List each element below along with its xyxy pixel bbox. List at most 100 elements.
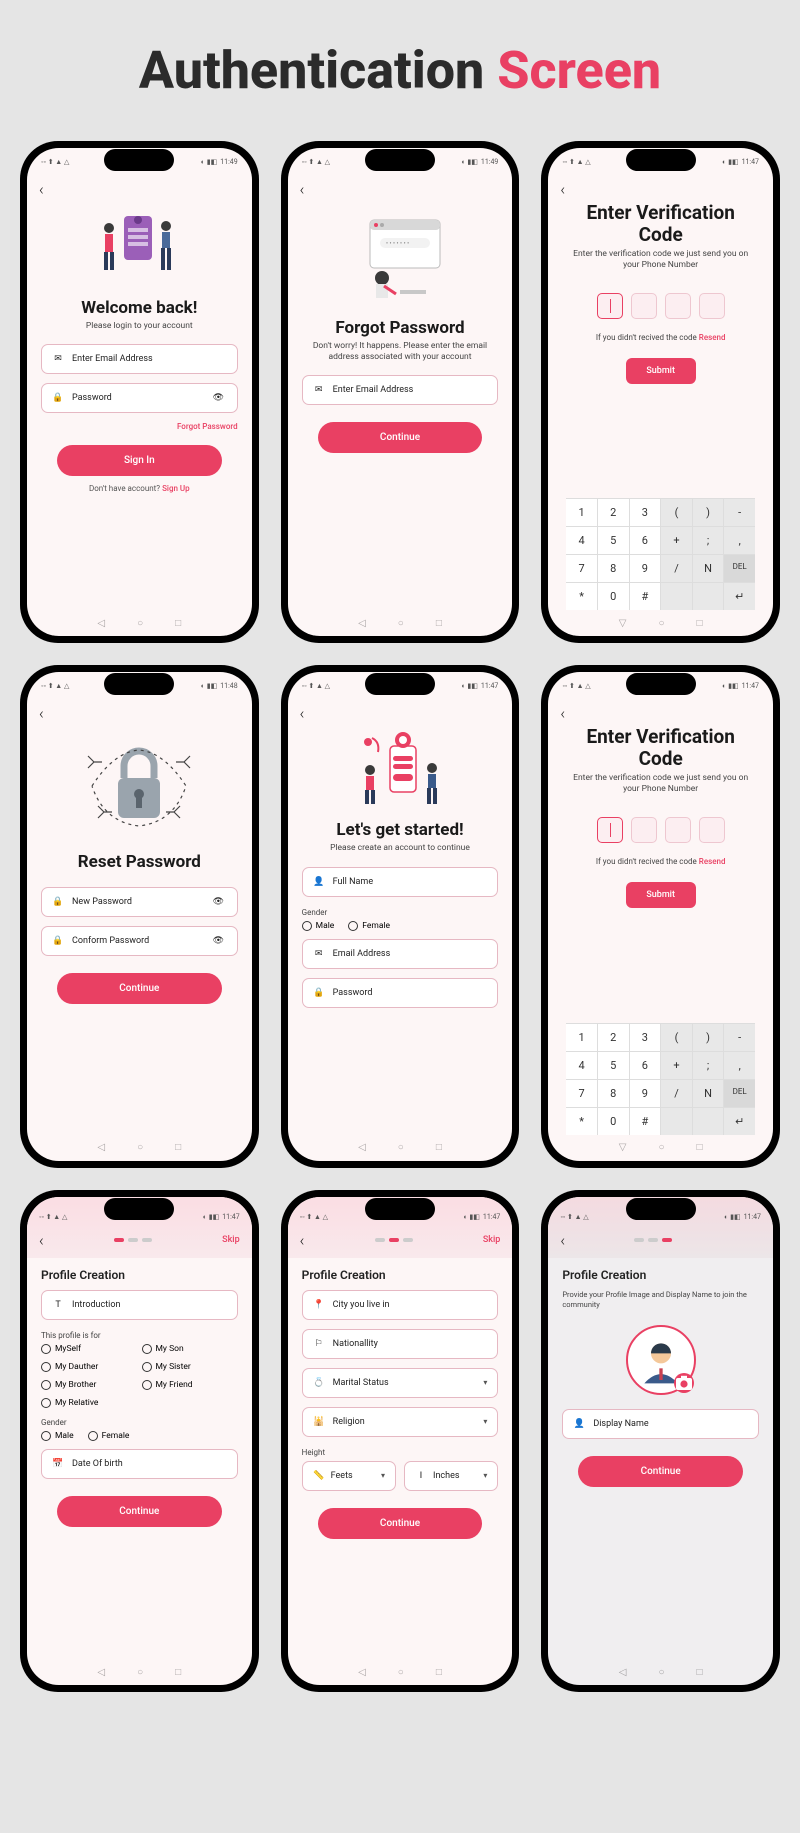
- key-0[interactable]: 0: [598, 1108, 630, 1135]
- radio-myself[interactable]: MySelf: [41, 1344, 128, 1354]
- back-icon[interactable]: ‹: [39, 180, 44, 199]
- key-0[interactable]: 0: [598, 583, 630, 610]
- key-star[interactable]: *: [566, 583, 598, 610]
- city-field[interactable]: 📍City you live in: [302, 1290, 499, 1320]
- key-5[interactable]: 5: [598, 527, 630, 554]
- continue-button[interactable]: Continue: [318, 422, 483, 453]
- key-hash[interactable]: #: [630, 583, 662, 610]
- key-comma[interactable]: ,: [724, 1052, 755, 1079]
- back-icon[interactable]: ‹: [300, 180, 305, 199]
- back-icon[interactable]: ‹: [300, 704, 305, 723]
- radio-female[interactable]: Female: [348, 921, 390, 931]
- key-1[interactable]: 1: [566, 499, 598, 526]
- email-field[interactable]: ✉Email Address: [302, 939, 499, 969]
- otp-2[interactable]: [631, 293, 657, 319]
- confirm-password-field[interactable]: 🔒Conform Password👁: [41, 926, 238, 956]
- key-comma[interactable]: ,: [724, 527, 755, 554]
- radio-daughter[interactable]: My Dauther: [41, 1362, 128, 1372]
- key-6[interactable]: 6: [630, 527, 662, 554]
- inches-select[interactable]: ⅠInches▾: [404, 1461, 498, 1491]
- resend-link[interactable]: Resend: [699, 333, 726, 342]
- otp-4[interactable]: [699, 293, 725, 319]
- key-7[interactable]: 7: [566, 555, 598, 582]
- otp-1[interactable]: [597, 293, 623, 319]
- back-icon[interactable]: ‹: [300, 1231, 305, 1250]
- key-hash[interactable]: #: [630, 1108, 662, 1135]
- back-icon[interactable]: ‹: [560, 180, 565, 199]
- radio-sister[interactable]: My Sister: [142, 1362, 229, 1372]
- radio-male[interactable]: Male: [41, 1431, 74, 1441]
- feet-select[interactable]: 📏Feets▾: [302, 1461, 396, 1491]
- key-sp2[interactable]: [693, 1108, 725, 1135]
- otp-3[interactable]: [665, 293, 691, 319]
- submit-button[interactable]: Submit: [626, 882, 696, 908]
- key-7[interactable]: 7: [566, 1080, 598, 1107]
- skip-link[interactable]: Skip: [483, 1235, 501, 1245]
- key-dash[interactable]: -: [724, 1024, 755, 1051]
- key-lp[interactable]: (: [661, 499, 693, 526]
- dob-field[interactable]: 📅Date Of birth: [41, 1449, 238, 1479]
- avatar-upload[interactable]: [626, 1325, 696, 1395]
- otp-1[interactable]: [597, 817, 623, 843]
- key-6[interactable]: 6: [630, 1052, 662, 1079]
- back-icon[interactable]: ‹: [560, 1231, 565, 1250]
- back-icon[interactable]: ‹: [560, 704, 565, 723]
- password-field[interactable]: 🔒Password: [302, 978, 499, 1008]
- radio-son[interactable]: My Son: [142, 1344, 229, 1354]
- eye-icon[interactable]: 👁: [213, 936, 227, 946]
- radio-brother[interactable]: My Brother: [41, 1380, 128, 1390]
- email-field[interactable]: ✉Enter Email Address: [41, 344, 238, 374]
- marital-select[interactable]: 💍Marital Status▾: [302, 1368, 499, 1398]
- key-rp[interactable]: ): [693, 1024, 725, 1051]
- key-9[interactable]: 9: [630, 1080, 662, 1107]
- key-semi[interactable]: ;: [693, 1052, 725, 1079]
- introduction-field[interactable]: TIntroduction: [41, 1290, 238, 1320]
- key-semi[interactable]: ;: [693, 527, 725, 554]
- password-field[interactable]: 🔒Password👁: [41, 383, 238, 413]
- key-3[interactable]: 3: [630, 1024, 662, 1051]
- continue-button[interactable]: Continue: [318, 1508, 483, 1539]
- key-slash[interactable]: /: [661, 1080, 693, 1107]
- otp-3[interactable]: [665, 817, 691, 843]
- key-2[interactable]: 2: [598, 1024, 630, 1051]
- key-rp[interactable]: ): [693, 499, 725, 526]
- key-plus[interactable]: +: [661, 527, 693, 554]
- nationality-field[interactable]: ⚐Nationallity: [302, 1329, 499, 1359]
- key-slash[interactable]: /: [661, 555, 693, 582]
- key-sp1[interactable]: [661, 1108, 693, 1135]
- key-enter[interactable]: ↵: [724, 583, 755, 610]
- religion-select[interactable]: 🕌Religion▾: [302, 1407, 499, 1437]
- key-4[interactable]: 4: [566, 527, 598, 554]
- displayname-field[interactable]: 👤Display Name: [562, 1409, 759, 1439]
- key-4[interactable]: 4: [566, 1052, 598, 1079]
- continue-button[interactable]: Continue: [57, 1496, 222, 1527]
- key-enter[interactable]: ↵: [724, 1108, 755, 1135]
- key-8[interactable]: 8: [598, 555, 630, 582]
- key-1[interactable]: 1: [566, 1024, 598, 1051]
- key-lp[interactable]: (: [661, 1024, 693, 1051]
- otp-2[interactable]: [631, 817, 657, 843]
- radio-relative[interactable]: My Relative: [41, 1398, 128, 1408]
- email-field[interactable]: ✉Enter Email Address: [302, 375, 499, 405]
- skip-link[interactable]: Skip: [222, 1235, 240, 1245]
- key-plus[interactable]: +: [661, 1052, 693, 1079]
- eye-icon[interactable]: 👁: [213, 393, 227, 403]
- continue-button[interactable]: Continue: [57, 973, 222, 1004]
- radio-male[interactable]: Male: [302, 921, 335, 931]
- radio-female[interactable]: Female: [88, 1431, 130, 1441]
- new-password-field[interactable]: 🔒New Password👁: [41, 887, 238, 917]
- signin-button[interactable]: Sign In: [57, 445, 222, 476]
- key-2[interactable]: 2: [598, 499, 630, 526]
- camera-icon[interactable]: [674, 1373, 694, 1393]
- resend-link[interactable]: Resend: [699, 857, 726, 866]
- key-dash[interactable]: -: [724, 499, 755, 526]
- back-icon[interactable]: ‹: [39, 1231, 44, 1250]
- continue-button[interactable]: Continue: [578, 1456, 743, 1487]
- key-sp2[interactable]: [693, 583, 725, 610]
- key-star[interactable]: *: [566, 1108, 598, 1135]
- key-8[interactable]: 8: [598, 1080, 630, 1107]
- key-sp1[interactable]: [661, 583, 693, 610]
- key-n[interactable]: N: [693, 555, 725, 582]
- key-9[interactable]: 9: [630, 555, 662, 582]
- key-del[interactable]: DEL: [724, 555, 755, 582]
